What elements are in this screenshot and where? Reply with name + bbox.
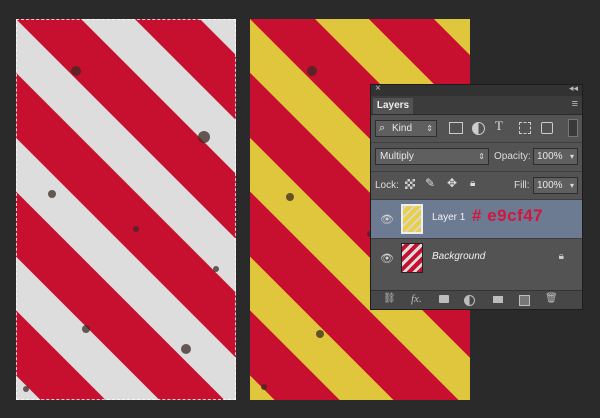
collapse-panel-icon[interactable]: ◂◂ [569,83,578,94]
lock-label: Lock: [375,180,399,191]
adjustment-icon[interactable] [464,295,475,306]
panel-bottom-toolbar: ⛓︎ fx. 🗑︎ [371,290,582,309]
filter-toggle-switch[interactable] [568,119,578,137]
divider [371,142,582,143]
layer-name: Background [432,251,486,262]
opacity-value: 100% [537,151,563,162]
search-icon: ⌕ [379,122,386,134]
divider [371,171,582,172]
lock-all-icon[interactable]: 🔒︎ [470,178,475,190]
color-hex-annotation: # e9cf47 [472,206,544,225]
adjustment-filter-icon[interactable] [472,122,485,135]
image-filter-icon[interactable] [449,122,463,134]
visibility-eye-icon[interactable]: 👁︎ [380,252,394,265]
shape-filter-icon[interactable] [519,122,531,134]
layer-thumbnail [401,243,423,273]
blend-mode-value: Multiply [380,151,414,162]
opacity-label: Opacity: [494,151,531,162]
visibility-eye-icon[interactable]: 👁︎ [380,213,394,226]
fill-input[interactable]: 100% ▾ [533,177,578,194]
canvas-left-texture [16,19,236,400]
mask-icon[interactable] [439,295,449,303]
dropdown-arrow-icon[interactable]: ▾ [570,149,574,164]
type-filter-icon[interactable]: T [495,119,503,132]
red-white-stripes-image [16,19,236,400]
group-icon[interactable] [493,296,503,303]
lock-image-pixels-brush-icon[interactable]: ✎ [425,177,435,189]
layer-thumbnail [401,204,423,234]
filter-kind-select[interactable]: ⌕ Kind ⇕ [375,120,437,137]
new-layer-icon[interactable] [519,295,530,306]
layer-row-layer-1[interactable]: 👁︎ Layer 1 # e9cf47 [371,200,582,238]
dropdown-arrow-icon[interactable]: ▾ [570,178,574,193]
lock-transparent-pixels-icon[interactable] [405,179,415,189]
updown-arrows-icon: ⇕ [426,124,433,133]
lock-icon: 🔒︎ [558,251,564,262]
updown-arrows-icon: ⇕ [478,152,485,161]
filter-kind-value: Kind [392,123,413,134]
layer-row-background[interactable]: 👁︎ Background 🔒︎ [371,239,582,277]
close-icon[interactable]: × [375,83,381,94]
smart-object-filter-icon[interactable] [541,122,553,134]
fill-value: 100% [537,180,563,191]
trash-icon[interactable]: 🗑︎ [545,293,558,304]
layer-name: Layer 1 [432,212,466,223]
panel-titlebar: × ◂◂ [371,83,582,96]
blend-mode-select[interactable]: Multiply ⇕ [375,148,489,165]
fx-icon[interactable]: fx. [411,293,422,305]
panel-tab-row: Layers ≡ [371,96,582,115]
link-icon[interactable]: ⛓︎ [383,293,396,304]
lock-position-move-icon[interactable]: ✥ [447,177,457,189]
fill-label: Fill: [514,180,530,191]
layers-panel: × ◂◂ Layers ≡ ⌕ Kind ⇕ T Multiply ⇕ Opac… [370,83,583,310]
opacity-input[interactable]: 100% ▾ [533,148,578,165]
panel-menu-icon[interactable]: ≡ [572,98,578,110]
tab-layers[interactable]: Layers [373,98,413,114]
